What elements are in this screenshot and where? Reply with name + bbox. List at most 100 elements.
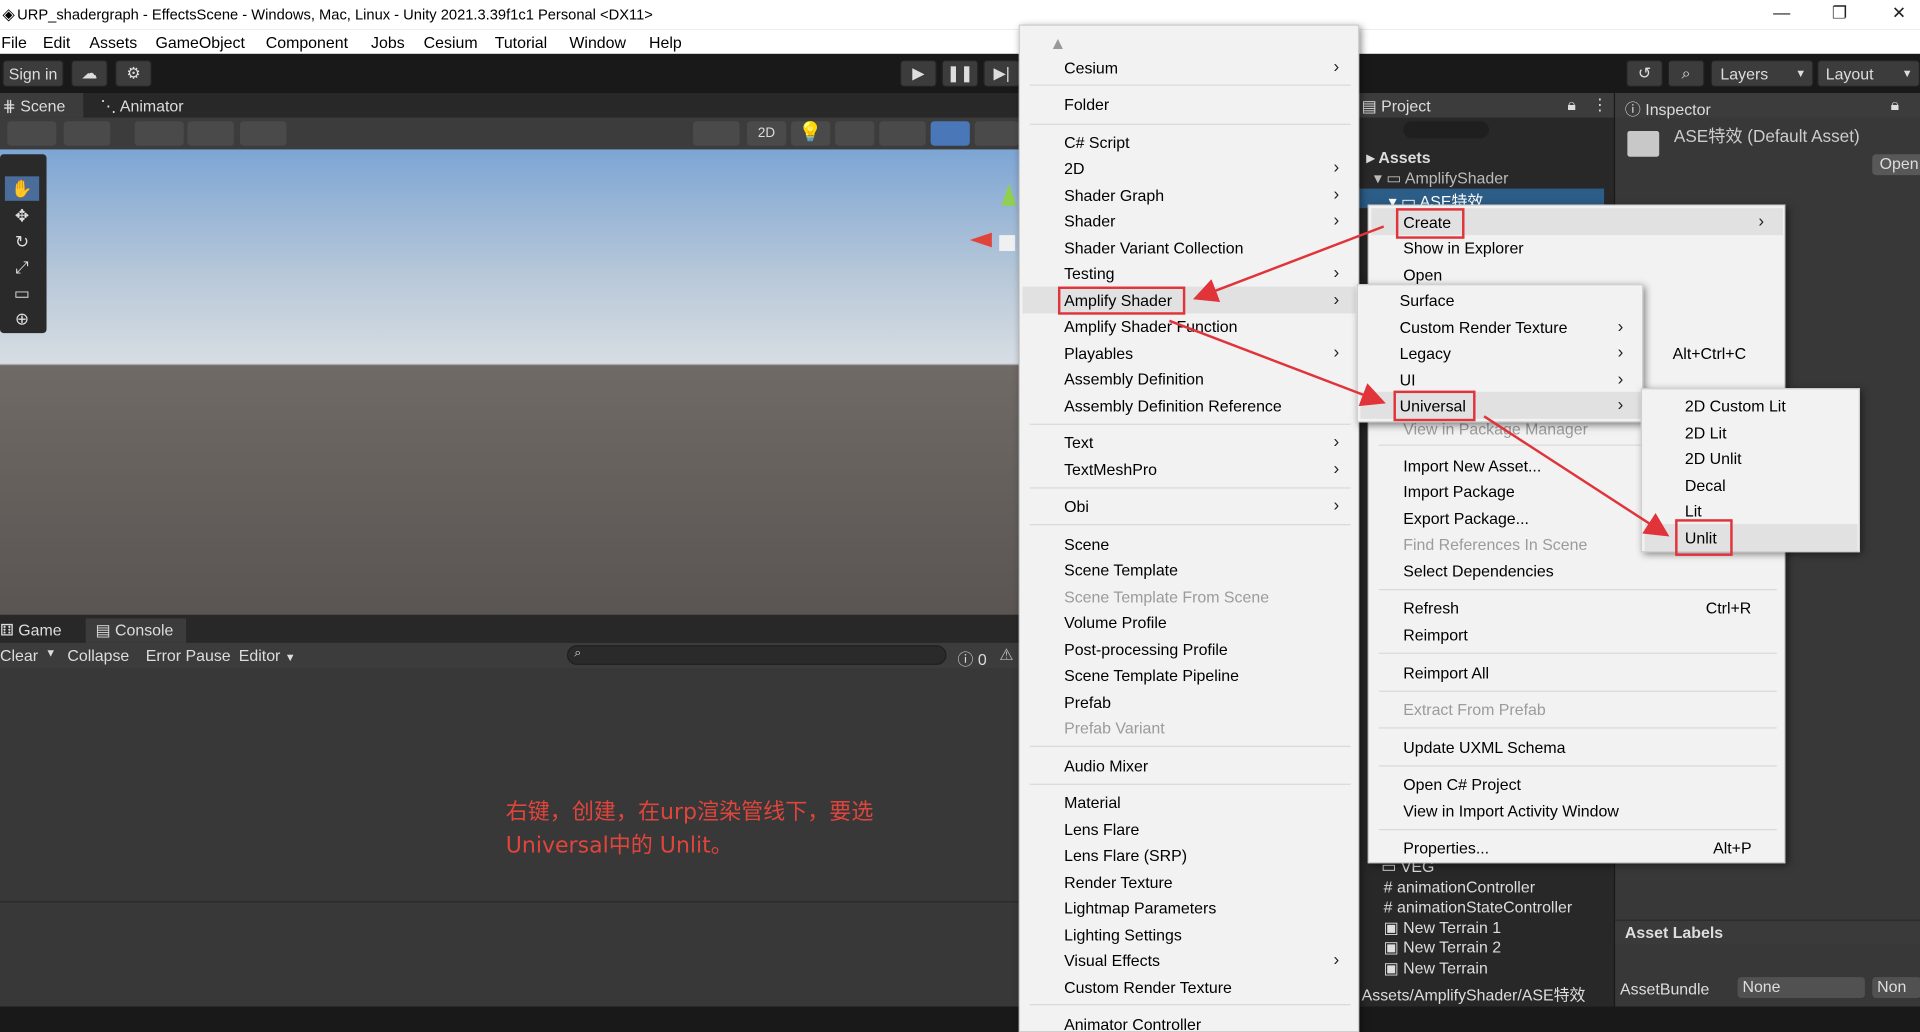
more-options-icon[interactable]: ⋮ [1592,96,1608,116]
ruler-dropdown[interactable] [240,121,287,146]
effects-dropdown[interactable] [879,121,926,146]
services-icon[interactable]: ⚙ [115,60,152,87]
tab-inspector[interactable]: ⓘ Inspector [1625,97,1711,120]
menu-item-reimport-all[interactable]: Reimport All [1403,664,1489,682]
search-icon[interactable]: ⌕ [1667,60,1705,87]
tree-assets[interactable]: ▸ Assets [1367,148,1431,168]
clear-button[interactable]: Clear [0,647,38,665]
cloud-icon[interactable]: ☁ [71,60,108,87]
menu-item-import-new-asset[interactable]: Import New Asset... [1403,457,1541,475]
console-detail-area[interactable] [0,901,1019,1007]
menu-item-assembly-definition[interactable]: Assembly Definition [1064,370,1204,388]
menu-item-select-dependencies[interactable]: Select Dependencies [1403,562,1553,580]
scene-gizmo[interactable] [967,174,1017,272]
menu-tutorial[interactable]: Tutorial [495,33,548,51]
menu-item-2d-custom-lit[interactable]: 2D Custom Lit [1685,397,1786,415]
menu-item-export-package[interactable]: Export Package... [1403,509,1529,527]
menu-file[interactable]: File [1,33,27,51]
tree-item[interactable]: ▣ New Terrain [1384,959,1488,979]
restore-icon[interactable]: ❐ [1832,2,1847,23]
menu-item-post-processing-profile[interactable]: Post-processing Profile [1064,640,1228,658]
variant-dropdown[interactable]: Non [1872,977,1920,998]
menu-item-lighting-settings[interactable]: Lighting Settings [1064,926,1182,944]
assetbundle-dropdown[interactable]: None [1737,977,1865,998]
menu-window[interactable]: Window [569,33,626,51]
tree-item[interactable]: # animationStateController [1384,898,1572,916]
minimize-icon[interactable]: — [1773,2,1790,22]
menu-item-surface[interactable]: Surface [1400,291,1455,309]
shading-dropdown[interactable] [693,121,740,146]
menu-item-material[interactable]: Material [1064,793,1121,811]
project-search-input[interactable] [1403,121,1489,139]
menu-item-visual-effects[interactable]: Visual Effects [1064,951,1160,969]
menu-item-amplify-shader-function[interactable]: Amplify Shader Function [1064,317,1237,335]
menu-item-shader[interactable]: Shader [1064,212,1115,230]
menu-item-custom-render-texture[interactable]: Custom Render Texture [1064,978,1232,996]
menu-assets[interactable]: Assets [89,33,137,51]
menu-item-import-package[interactable]: Import Package [1403,482,1514,500]
menu-item-text[interactable]: Text [1064,433,1093,451]
lighting-icon[interactable]: 💡 [791,121,831,146]
scroll-up-icon[interactable]: ▲ [1049,33,1066,53]
menu-item-ui[interactable]: UI [1400,371,1416,389]
draw-mode-dropdown[interactable] [7,121,57,146]
menu-item-2d-lit[interactable]: 2D Lit [1685,424,1727,442]
tree-item[interactable]: ▣ New Terrain 1 [1384,918,1501,938]
menu-gameobject[interactable]: GameObject [156,33,245,51]
menu-item-shader-graph[interactable]: Shader Graph [1064,186,1164,204]
history-icon[interactable]: ↺ [1626,60,1663,87]
tab-animator[interactable]: ⋱ Animator [100,97,183,117]
step-button[interactable]: ▶| [983,60,1021,87]
menu-item-update-uxml-schema[interactable]: Update UXML Schema [1403,738,1565,756]
menu-item-scene-template-pipeline[interactable]: Scene Template Pipeline [1064,666,1239,684]
menu-item-cesium[interactable]: Cesium [1064,59,1118,77]
scene-viewport[interactable] [0,149,1019,615]
menu-item-decal[interactable]: Decal [1685,476,1726,494]
warning-icon[interactable]: ⚠ [999,645,1013,665]
menu-item-2d[interactable]: 2D [1064,159,1084,177]
sign-in-button[interactable]: Sign in [2,60,64,87]
hand-tool-icon[interactable]: ✋ [4,176,40,201]
menu-item-volume-profile[interactable]: Volume Profile [1064,613,1167,631]
menu-item-audio-mixer[interactable]: Audio Mixer [1064,757,1148,775]
menu-item-properties[interactable]: Properties... [1403,839,1489,857]
tree-item[interactable]: ▣ New Terrain 2 [1384,938,1501,958]
menu-item-reimport[interactable]: Reimport [1403,626,1468,644]
layout-dropdown[interactable]: Layout ▼ [1817,60,1920,87]
menu-item-legacy[interactable]: Legacy [1400,344,1451,362]
menu-jobs[interactable]: Jobs [371,33,405,51]
hidden-objects-icon[interactable] [930,121,970,146]
menu-item-custom-render-texture[interactable]: Custom Render Texture [1400,318,1568,336]
tab-game[interactable]: ⚅ Game [0,621,62,641]
chevron-down-icon[interactable]: ▼ [45,647,56,659]
layers-dropdown[interactable]: Layers ▼ [1710,60,1814,87]
menu-item-playables[interactable]: Playables [1064,344,1133,362]
menu-item-lit[interactable]: Lit [1685,502,1702,520]
rect-tool-icon[interactable]: ▭ [5,280,39,304]
menu-item-prefab[interactable]: Prefab [1064,693,1111,711]
transform-tool-icon[interactable]: ⊕ [5,306,39,330]
menu-item-view-import-activity[interactable]: View in Import Activity Window [1403,802,1619,820]
menu-item-2d-unlit[interactable]: 2D Unlit [1685,449,1742,467]
menu-item-scene-template[interactable]: Scene Template [1064,561,1178,579]
menu-item-show-in-explorer[interactable]: Show in Explorer [1403,239,1523,257]
rotate-tool-icon[interactable]: ↻ [5,229,39,253]
log-count-badge[interactable]: ⓘ 0 [958,647,987,670]
pause-button[interactable]: ❚❚ [941,60,979,87]
menu-item-open-csharp-project[interactable]: Open C# Project [1403,775,1521,793]
console-log-area[interactable] [0,668,1019,902]
menu-item-open[interactable]: Open [1403,266,1442,284]
camera-dropdown[interactable] [974,121,1019,146]
menu-item-lightmap-parameters[interactable]: Lightmap Parameters [1064,899,1216,917]
move-tool-icon[interactable]: ✥ [5,203,39,227]
collapse-button[interactable]: Collapse [67,647,129,665]
console-search-input[interactable]: ⌕ [566,645,947,665]
menu-cesium[interactable]: Cesium [424,33,478,51]
audio-icon[interactable] [835,121,875,146]
editor-dropdown[interactable]: Editor ▼ [239,647,296,665]
open-button[interactable]: Open [1872,154,1920,176]
menu-item-csharp-script[interactable]: C# Script [1064,133,1129,151]
tree-item[interactable]: # animationController [1384,878,1535,896]
menu-item-shader-variant-collection[interactable]: Shader Variant Collection [1064,239,1243,257]
grid-snap-dropdown[interactable] [134,121,184,146]
